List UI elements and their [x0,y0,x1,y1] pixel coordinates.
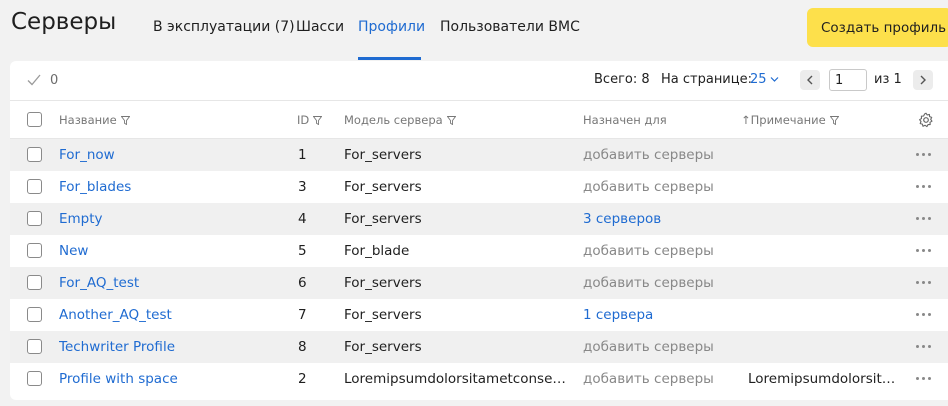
profile-name-link[interactable]: Techwriter Profile [59,339,175,355]
profile-name-link[interactable]: For_blades [59,179,131,195]
page-total-label: из 1 [874,72,902,87]
per-page-select[interactable]: 25 [750,72,767,87]
tab-profiles[interactable]: Профили [358,19,425,35]
more-icon[interactable] [916,313,932,317]
profile-name-link[interactable]: New [59,243,88,259]
column-header-note[interactable]: ↑Примечание [741,113,839,127]
next-page-button[interactable] [913,70,933,90]
tab-chassis[interactable]: Шасси [296,19,344,35]
profile-id: 7 [298,307,307,323]
more-icon[interactable] [916,281,932,285]
assigned-servers-link[interactable]: добавить серверы [583,339,714,355]
selected-count: 0 [50,73,59,88]
profile-id: 8 [298,339,307,355]
server-model: Loremipsumdolorsitametconsectetur [344,371,566,387]
table-header: Название ID Модель сервера Назначен для … [10,101,948,139]
column-header-model[interactable]: Модель сервера [344,113,456,127]
row-checkbox[interactable] [27,179,42,194]
chevron-right-icon [920,75,926,85]
row-checkbox[interactable] [27,147,42,162]
server-model: For_servers [344,307,422,323]
assigned-servers-link[interactable]: добавить серверы [583,243,714,259]
more-icon[interactable] [916,249,932,253]
table-row[interactable]: For_blades 3 For_servers добавить серверы [10,171,948,203]
table-row[interactable]: Profile with space 2 Loremipsumdolorsitame… [10,363,948,395]
prev-page-button[interactable] [800,70,820,90]
assigned-servers-link[interactable]: добавить серверы [583,179,714,195]
server-model: For_servers [344,179,422,195]
assigned-servers-link[interactable]: 1 сервера [583,307,653,323]
row-checkbox[interactable] [27,339,42,354]
profile-note: Loremipsumdolorsitamet [748,371,900,387]
column-header-name-label: Название [59,113,117,127]
profile-name-link[interactable]: Empty [59,211,103,227]
column-header-name[interactable]: Название [59,113,130,127]
profile-id: 5 [298,243,307,259]
page-title: Серверы [11,9,117,35]
profiles-table-card: 0 Всего: 8 На странице: 25 из 1 Название… [10,61,948,400]
profile-name-link[interactable]: For_now [59,147,115,163]
chevron-down-icon[interactable] [770,76,779,83]
active-tab-indicator [358,57,421,60]
server-model: For_servers [344,275,422,291]
profile-name-link[interactable]: Another_AQ_test [59,307,172,323]
total-count: Всего: 8 [594,72,650,87]
filter-icon[interactable] [446,116,456,125]
tab-in-operation[interactable]: В эксплуатации (7) [153,19,295,35]
column-header-note-label: ↑Примечание [741,113,826,127]
column-header-assigned[interactable]: Назначен для [583,113,667,127]
page-number-input[interactable] [829,69,867,91]
assigned-servers-link[interactable]: 3 серверов [583,211,661,227]
profile-name-link[interactable]: Profile with space [59,371,178,387]
profile-name-link[interactable]: For_AQ_test [59,275,139,291]
per-page-label: На странице: [661,72,752,87]
row-checkbox[interactable] [27,211,42,226]
select-all-checkbox[interactable] [27,112,42,127]
table-row[interactable]: Another_AQ_test 7 For_servers 1 сервера [10,299,948,331]
column-header-model-label: Модель сервера [344,113,443,127]
table-row[interactable]: Techwriter Profile 8 For_servers добавить с… [10,331,948,363]
column-header-id-label: ID [297,113,310,127]
profile-id: 2 [298,371,307,387]
server-model: For_servers [344,339,422,355]
column-header-id[interactable]: ID [297,113,323,127]
row-checkbox[interactable] [27,371,42,386]
more-icon[interactable] [916,377,932,381]
row-checkbox[interactable] [27,307,42,322]
profile-id: 1 [298,147,307,163]
filter-icon[interactable] [313,116,323,125]
filter-icon[interactable] [120,116,130,125]
server-model: For_blade [344,243,410,259]
more-icon[interactable] [916,153,932,157]
profile-id: 3 [298,179,307,195]
check-icon [27,74,41,86]
create-profile-button[interactable]: Создать профиль [807,8,948,47]
page-header: Серверы В эксплуатации (7) Шасси Профили… [0,0,948,60]
table-row[interactable]: New 5 For_blade добавить серверы [10,235,948,267]
server-model: For_servers [344,147,422,163]
table-row[interactable]: For_AQ_test 6 For_servers добавить серверы [10,267,948,299]
gear-icon[interactable] [918,112,934,128]
table-row[interactable]: For_now 1 For_servers добавить серверы [10,139,948,171]
tab-bmc-users[interactable]: Пользователи BMC [440,19,580,35]
assigned-servers-link[interactable]: добавить серверы [583,275,714,291]
row-checkbox[interactable] [27,275,42,290]
server-model: For_servers [344,211,422,227]
filter-icon[interactable] [829,116,839,125]
more-icon[interactable] [916,217,932,221]
more-icon[interactable] [916,345,932,349]
table-toolbar: 0 Всего: 8 На странице: 25 из 1 [10,61,948,101]
assigned-servers-link[interactable]: добавить серверы [583,147,714,163]
chevron-left-icon [807,75,813,85]
row-checkbox[interactable] [27,243,42,258]
column-header-assigned-label: Назначен для [583,113,667,127]
profile-id: 4 [298,211,307,227]
profile-id: 6 [298,275,307,291]
assigned-servers-link[interactable]: добавить серверы [583,371,714,387]
table-row[interactable]: Empty 4 For_servers 3 серверов [10,203,948,235]
more-icon[interactable] [916,185,932,189]
